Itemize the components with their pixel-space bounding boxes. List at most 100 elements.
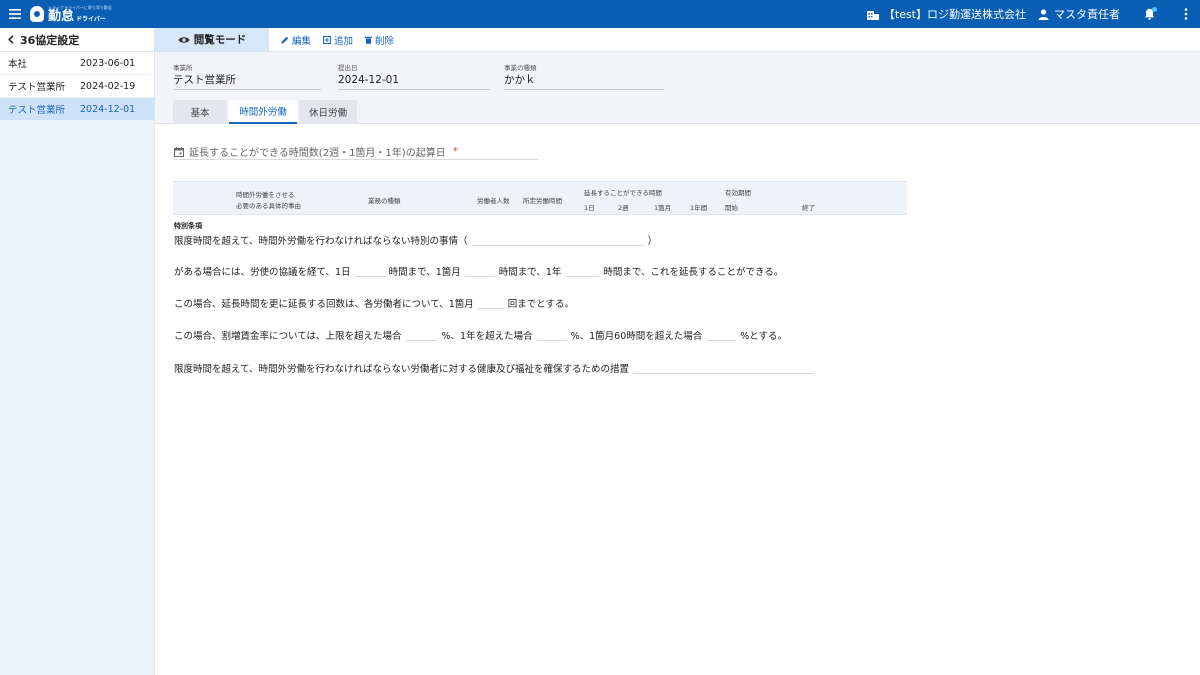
col-end: 終了 bbox=[802, 204, 815, 212]
special-circumstances-line: 限度時間を超えて、時間外労働を行わなければならない特別の事情（ ） bbox=[174, 233, 657, 247]
extension-month-text: 時間まで、1箇月 bbox=[388, 267, 461, 278]
special-circumstances-close: ） bbox=[647, 236, 658, 247]
extension-count-input[interactable] bbox=[477, 297, 504, 309]
premium-over-60h-input[interactable] bbox=[706, 329, 737, 341]
list-item-date: 2024-12-01 bbox=[80, 103, 136, 115]
list-item[interactable]: テスト営業所 2024-02-19 bbox=[0, 75, 154, 98]
person-icon bbox=[1038, 8, 1049, 20]
eye-icon bbox=[178, 36, 190, 43]
company-name: 【test】ロジ勤運送株式会社 bbox=[883, 8, 1026, 21]
menu-icon bbox=[9, 9, 21, 19]
col-business-type: 業務の種類 bbox=[368, 197, 401, 205]
health-welfare-text: 限度時間を超えて、時間外労働を行わなければならない労働者に対する健康及び福祉を確… bbox=[174, 364, 630, 375]
list-item-date: 2023-06-01 bbox=[80, 57, 136, 69]
sidebar: 36協定設定 本社 2023-06-01 テスト営業所 2024-02-19 テ… bbox=[0, 28, 155, 675]
extension-year-input[interactable] bbox=[565, 265, 600, 277]
business-type-field: 事業の種類 かかｋ bbox=[504, 64, 664, 90]
col-two-weeks: 2週 bbox=[618, 204, 629, 212]
extension-year-text: 時間まで、1年 bbox=[498, 267, 562, 278]
extension-end-text: 時間まで、これを延長することができる。 bbox=[603, 267, 784, 278]
overtime-tab-panel: 延長することができる時間数(2週・1箇月・1年)の起算日 * 時間外労働をさせる … bbox=[155, 124, 1200, 675]
user-menu[interactable]: マスタ責任者 bbox=[1038, 6, 1120, 22]
view-mode-indicator: 閲覧モード bbox=[155, 27, 269, 52]
col-reason-line2: 必要のある具体的事由 bbox=[236, 202, 301, 210]
premium-over-limit-input[interactable] bbox=[405, 329, 438, 341]
special-circumstances-input[interactable] bbox=[471, 234, 644, 246]
office-field: 事業所 テスト営業所 bbox=[173, 64, 321, 90]
col-reason-line1: 時間外労働をさせる bbox=[236, 191, 295, 199]
list-item-office: テスト営業所 bbox=[8, 82, 66, 93]
tab-holiday-work[interactable]: 休日労働 bbox=[299, 100, 357, 124]
office-value: テスト営業所 bbox=[173, 74, 236, 86]
premium-over-year-text: %、1年を超えた場合 bbox=[441, 331, 533, 342]
edit-label: 編集 bbox=[292, 35, 312, 47]
premium-rate-line: この場合、割増賃金率については、上限を超えた場合 %、1年を超えた場合 %、1箇… bbox=[174, 328, 787, 342]
app-logo[interactable]: トラックドライバーに寄り添う勤怠 勤怠 ドライバー bbox=[30, 0, 112, 28]
col-day: 1日 bbox=[584, 204, 595, 212]
extension-count-text: この場合、延長時間を更に延長する回数は、各労働者について、1箇月 bbox=[174, 299, 474, 310]
extension-count-end-text: 回までとする。 bbox=[507, 299, 575, 310]
delete-button[interactable]: 削除 bbox=[365, 33, 394, 47]
logo-mark-icon bbox=[30, 6, 44, 22]
notifications-button[interactable] bbox=[1140, 0, 1158, 28]
chevron-left-icon bbox=[8, 35, 14, 44]
extension-month-input[interactable] bbox=[464, 265, 495, 277]
pencil-icon bbox=[281, 36, 289, 43]
business-type-value: かかｋ bbox=[504, 74, 536, 86]
col-start: 開始 bbox=[725, 204, 738, 212]
extension-day-input[interactable] bbox=[354, 265, 385, 277]
hamburger-menu-button[interactable] bbox=[0, 0, 30, 28]
calendar-icon bbox=[174, 146, 184, 157]
tab-bar: 基本 時間外労働 休日労働 bbox=[173, 100, 357, 124]
submit-date-value: 2024-12-01 bbox=[338, 74, 400, 86]
tab-basic[interactable]: 基本 bbox=[173, 100, 227, 124]
trash-icon bbox=[365, 36, 373, 44]
col-worker-count: 労働者人数 bbox=[477, 197, 510, 205]
company-selector[interactable]: 【test】ロジ勤運送株式会社 bbox=[866, 6, 1026, 22]
delete-label: 削除 bbox=[375, 35, 395, 47]
start-date-label: 延長することができる時間数(2週・1箇月・1年)の起算日 bbox=[189, 148, 446, 159]
overtime-table-header: 時間外労働をさせる 必要のある具体的事由 業務の種類 労働者人数 所定労働時間 … bbox=[173, 181, 907, 215]
top-app-bar: トラックドライバーに寄り添う勤怠 勤怠 ドライバー 【test】ロジ勤運送株式会社… bbox=[0, 0, 1200, 28]
premium-over-year-input[interactable] bbox=[536, 329, 567, 341]
action-bar: 閲覧モード 編集 追加 削除 bbox=[155, 27, 1200, 52]
required-mark: * bbox=[452, 146, 458, 157]
logo-main-text: 勤怠 bbox=[48, 8, 75, 24]
list-item-office: テスト営業所 bbox=[8, 105, 66, 116]
premium-end-text: %とする。 bbox=[740, 331, 788, 342]
add-label: 追加 bbox=[334, 35, 354, 47]
col-month: 1箇月 bbox=[654, 204, 672, 212]
agreement-list: 本社 2023-06-01 テスト営業所 2024-02-19 テスト営業所 2… bbox=[0, 52, 154, 121]
col-validity-title: 有効期間 bbox=[725, 189, 751, 197]
tab-overtime[interactable]: 時間外労働 bbox=[229, 100, 297, 124]
col-year: 1年間 bbox=[690, 204, 708, 212]
submit-date-field: 提出日 2024-12-01 bbox=[338, 64, 490, 90]
more-vert-icon bbox=[1184, 8, 1188, 20]
edit-button[interactable]: 編集 bbox=[281, 33, 311, 47]
extension-limit-line: がある場合には、労使の協議を経て、1日 時間まで、1箇月 時間まで、1年 時間ま… bbox=[174, 264, 783, 278]
special-clause-label: 特別条項 bbox=[174, 222, 202, 230]
back-button[interactable]: 36協定設定 bbox=[0, 28, 154, 52]
health-welfare-line: 限度時間を超えて、時間外労働を行わなければならない労働者に対する健康及び福祉を確… bbox=[174, 361, 817, 375]
extension-day-text: がある場合には、労使の協議を経て、1日 bbox=[174, 267, 351, 278]
extension-count-line: この場合、延長時間を更に延長する回数は、各労働者について、1箇月 回までとする。 bbox=[174, 296, 574, 310]
sidebar-title: 36協定設定 bbox=[20, 33, 80, 47]
notification-dot bbox=[1152, 7, 1157, 12]
add-button[interactable]: 追加 bbox=[323, 33, 353, 47]
list-item-office: 本社 bbox=[8, 59, 28, 70]
list-item-date: 2024-02-19 bbox=[80, 80, 136, 92]
agreement-header: 事業所 テスト営業所 提出日 2024-12-01 事業の種類 かかｋ 基本 時… bbox=[155, 52, 1200, 124]
premium-over-60h-text: %、1箇月60時間を超えた場合 bbox=[570, 331, 703, 342]
list-item-selected[interactable]: テスト営業所 2024-12-01 bbox=[0, 98, 154, 121]
health-welfare-input[interactable] bbox=[633, 362, 814, 374]
submit-date-label: 提出日 bbox=[338, 64, 358, 72]
start-date-field[interactable]: 延長することができる時間数(2週・1箇月・1年)の起算日 * bbox=[174, 144, 538, 160]
business-type-label: 事業の種類 bbox=[504, 64, 537, 72]
view-mode-label: 閲覧モード bbox=[193, 34, 247, 46]
list-item[interactable]: 本社 2023-06-01 bbox=[0, 52, 154, 75]
col-extension-title: 延長することができる時間 bbox=[584, 189, 662, 197]
more-options-button[interactable] bbox=[1176, 0, 1196, 28]
special-circumstances-text: 限度時間を超えて、時間外労働を行わなければならない特別の事情（ bbox=[174, 236, 468, 247]
building-icon bbox=[866, 10, 879, 20]
office-label: 事業所 bbox=[173, 64, 193, 72]
